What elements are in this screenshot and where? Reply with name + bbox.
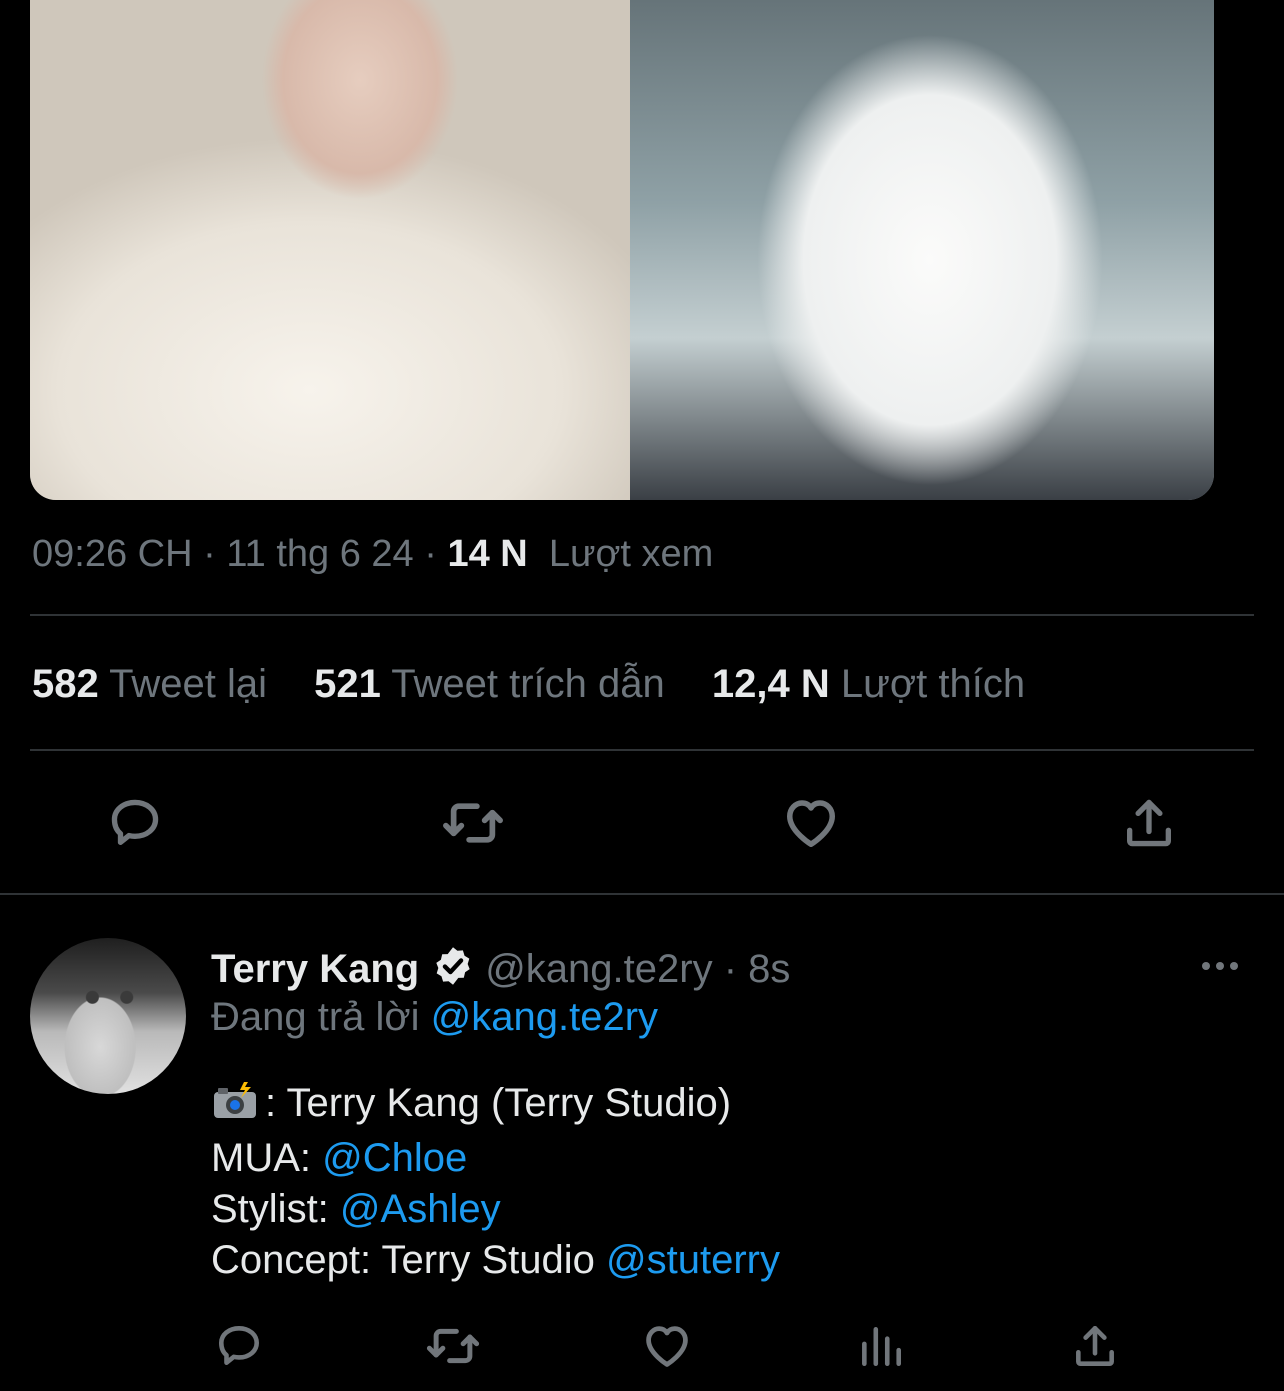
reply-action-bar — [0, 1311, 1284, 1381]
replying-to: Đang trả lời @kang.te2ry — [211, 995, 658, 1040]
like-button[interactable] — [776, 788, 846, 858]
reply-icon — [219, 1326, 259, 1365]
views-label[interactable]: Lượt xem — [549, 533, 713, 575]
retweet-icon — [443, 803, 503, 843]
reply-icon — [111, 799, 159, 845]
tweet-date: 11 thg 6 24 — [226, 533, 414, 575]
author-handle[interactable]: @kang.te2ry — [485, 947, 712, 991]
share-button[interactable] — [1060, 1311, 1130, 1381]
replying-prefix: Đang trả lời — [211, 995, 420, 1039]
camera-flash-icon — [211, 1080, 259, 1133]
share-icon — [1127, 799, 1171, 847]
likes-label[interactable]: Lượt thích — [841, 662, 1025, 706]
retweets-label[interactable]: Tweet lại — [109, 662, 267, 706]
reply-text: : Terry Kang (Terry Studio) MUA: @Chloe … — [211, 1078, 780, 1286]
share-button[interactable] — [1114, 788, 1184, 858]
replying-to-mention[interactable]: @kang.te2ry — [431, 995, 658, 1039]
more-options-button[interactable] — [1196, 948, 1244, 984]
mention-chloe[interactable]: @Chloe — [322, 1136, 467, 1180]
photographer-credit: : Terry Kang (Terry Studio) — [265, 1081, 732, 1125]
tweet-meta: 09:26 CH · 11 thg 6 24 · 14 N Lượt xem — [32, 533, 713, 576]
mention-stuterry[interactable]: @stuterry — [606, 1238, 780, 1282]
photo-left-panel — [30, 0, 630, 500]
avatar[interactable] — [30, 938, 186, 1094]
separator: · — [712, 947, 749, 991]
like-icon — [646, 1326, 688, 1367]
verified-badge-icon — [431, 944, 475, 998]
tweet-action-bar — [0, 788, 1284, 858]
retweet-icon — [426, 1328, 480, 1364]
tweet-separator — [0, 893, 1284, 895]
views-count[interactable]: 14 N — [447, 533, 527, 575]
share-icon — [1076, 1326, 1114, 1366]
photo-right-panel — [630, 0, 1214, 500]
stylist-label: Stylist: — [211, 1187, 329, 1231]
reply-button[interactable] — [100, 788, 170, 858]
divider — [30, 749, 1254, 751]
analytics-button[interactable] — [846, 1311, 916, 1381]
reply-button[interactable] — [204, 1311, 274, 1381]
tweet-stats: 582 Tweet lại 521 Tweet trích dẫn 12,4 N… — [32, 662, 1025, 707]
more-icon — [1202, 962, 1238, 970]
tweet-time: 09:26 CH — [32, 533, 193, 575]
reply-time[interactable]: 8s — [748, 947, 790, 991]
author-name[interactable]: Terry Kang — [211, 947, 419, 991]
separator: · — [413, 533, 448, 575]
like-button[interactable] — [632, 1311, 702, 1381]
mua-label: MUA: — [211, 1136, 311, 1180]
retweet-button[interactable] — [418, 1311, 488, 1381]
like-icon — [787, 800, 835, 847]
retweets-count[interactable]: 582 — [32, 662, 99, 706]
concept-label: Concept: Terry Studio — [211, 1238, 595, 1282]
analytics-icon — [862, 1327, 901, 1366]
separator: · — [192, 533, 227, 575]
mention-ashley[interactable]: @Ashley — [340, 1187, 501, 1231]
divider — [30, 614, 1254, 616]
likes-count[interactable]: 12,4 N — [712, 662, 830, 706]
reply-header: Terry Kang @kang.te2ry · 8s — [211, 944, 790, 998]
retweet-button[interactable] — [438, 788, 508, 858]
quotes-count[interactable]: 521 — [314, 662, 381, 706]
quotes-label[interactable]: Tweet trích dẫn — [391, 662, 664, 706]
tweet-photo[interactable] — [30, 0, 1214, 500]
